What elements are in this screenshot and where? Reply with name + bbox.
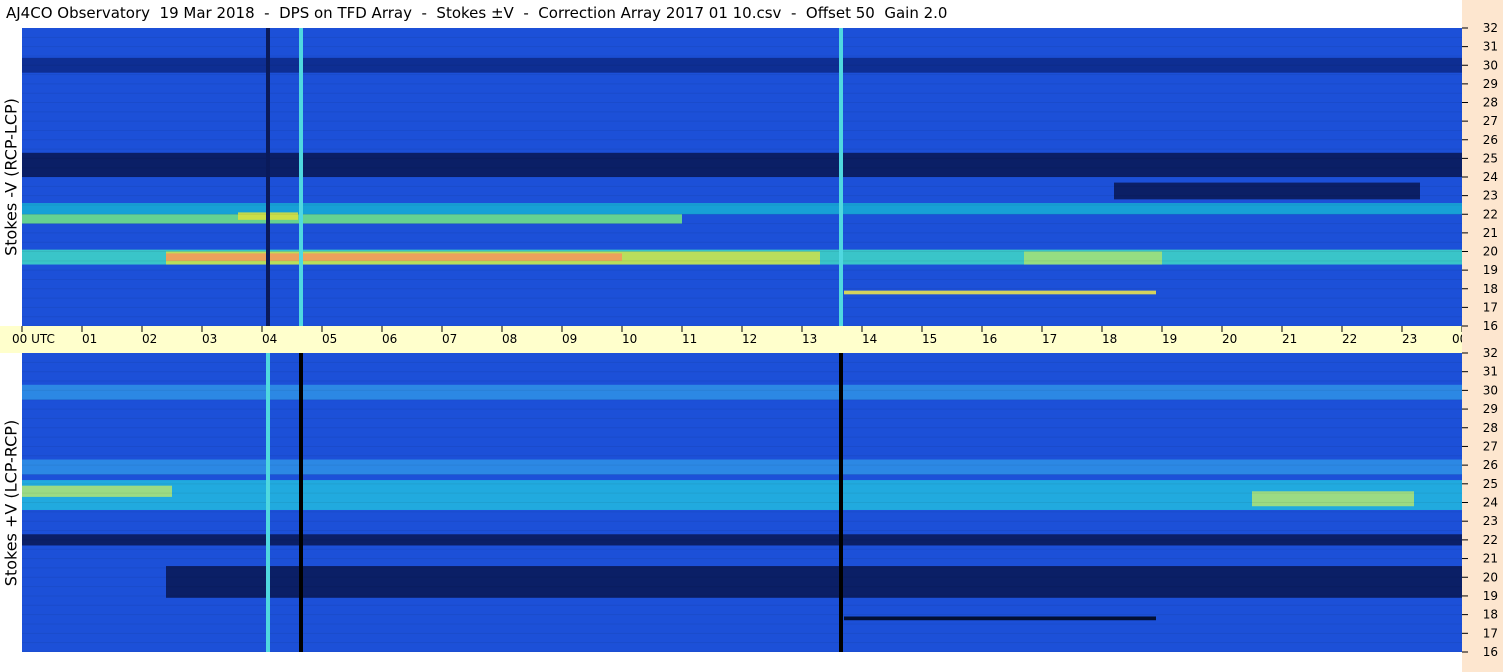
y-axis-label-top-text: Stokes -V (RCP-LCP) xyxy=(1,98,21,256)
y-axis-label-top: Stokes -V (RCP-LCP) xyxy=(0,28,22,326)
time-tick-label: 01 xyxy=(82,332,97,346)
time-tick-label: 14 xyxy=(862,332,877,346)
spectrogram-band xyxy=(844,616,1156,621)
frequency-tick-label: 32 xyxy=(1483,21,1498,35)
frequency-tick-label: 17 xyxy=(1483,300,1498,314)
time-tick-label: 18 xyxy=(1102,332,1117,346)
time-tick-label: 23 xyxy=(1402,332,1417,346)
frequency-tick-label: 19 xyxy=(1483,263,1498,277)
spectrogram-band xyxy=(22,480,1462,510)
spectrogram-vertical-line xyxy=(839,28,843,326)
time-tick-label: 19 xyxy=(1162,332,1177,346)
frequency-tick-label: 25 xyxy=(1483,151,1498,165)
frequency-tick-label: 23 xyxy=(1483,189,1498,203)
spectrogram-band xyxy=(1024,251,1162,265)
frequency-tick-label: 19 xyxy=(1483,589,1498,603)
frequency-tick-label: 18 xyxy=(1483,282,1498,296)
frequency-tick-label: 30 xyxy=(1483,58,1498,72)
frequency-tick-label: 27 xyxy=(1483,439,1498,453)
spectrogram-band xyxy=(844,290,1156,295)
frequency-tick-label: 26 xyxy=(1483,458,1498,472)
spectrogram-band xyxy=(22,214,682,224)
frequency-tick-label: 29 xyxy=(1483,402,1498,416)
time-axis: 00 UTC 01 02 03 04 05 06 07 08 09 10 11 12 13 14 15 16 17… xyxy=(12,326,1462,346)
frequency-tick-label: 27 xyxy=(1483,114,1498,128)
frequency-tick-label: 31 xyxy=(1483,365,1498,379)
time-tick-label: 00 MHz xyxy=(1452,332,1462,346)
time-tick-label: 12 xyxy=(742,332,757,346)
y-axis-label-bottom: Stokes +V (LCP-RCP) xyxy=(0,353,22,652)
frequency-tick-label: 20 xyxy=(1483,245,1498,259)
frequency-tick-label: 20 xyxy=(1483,570,1498,584)
time-tick-label: 07 xyxy=(442,332,457,346)
spectrogram-band xyxy=(22,384,1462,400)
time-tick-label: 06 xyxy=(382,332,397,346)
spectrogram-vertical-line xyxy=(266,28,270,326)
spectrogram-vertical-line xyxy=(299,28,303,326)
time-tick-label: 20 xyxy=(1222,332,1237,346)
frequency-tick-label: 24 xyxy=(1483,170,1498,184)
spectrogram-bottom-svg xyxy=(22,353,1462,652)
frequency-tick-label: 22 xyxy=(1483,533,1498,547)
time-tick-label: 05 xyxy=(322,332,337,346)
spectrogram-stokes-minus-v xyxy=(22,28,1462,326)
frequency-tick-label: 30 xyxy=(1483,383,1498,397)
frequency-tick-label: 17 xyxy=(1483,626,1498,640)
spectrogram-stokes-plus-v xyxy=(22,353,1462,652)
time-tick-label: 22 xyxy=(1342,332,1357,346)
time-tick-label: 21 xyxy=(1282,332,1297,346)
spectrogram-band xyxy=(22,152,1462,177)
frequency-tick-label: 18 xyxy=(1483,608,1498,622)
spectrogram-vertical-line xyxy=(266,353,270,652)
time-tick-label: 04 xyxy=(262,332,277,346)
spectrogram-band xyxy=(166,253,622,261)
time-tick-label: 09 xyxy=(562,332,577,346)
spectrogram-band xyxy=(166,566,1462,598)
time-tick-label: 08 xyxy=(502,332,517,346)
frequency-tick-label: 16 xyxy=(1483,645,1498,659)
frequency-tick-label: 21 xyxy=(1483,226,1498,240)
frequency-tick-label: 24 xyxy=(1483,496,1498,510)
spectrogram-band xyxy=(22,485,172,497)
time-tick-label: 10 xyxy=(622,332,637,346)
frequency-tick-label: 28 xyxy=(1483,421,1498,435)
page-title: AJ4CO Observatory 19 Mar 2018 - DPS on T… xyxy=(6,4,948,22)
time-tick-label: 03 xyxy=(202,332,217,346)
frequency-tick-label: 23 xyxy=(1483,514,1498,528)
frequency-tick-label: 26 xyxy=(1483,133,1498,147)
time-tick-label: 16 xyxy=(982,332,997,346)
time-tick-label: 00 UTC xyxy=(12,332,55,346)
frequency-tick-label: 22 xyxy=(1483,207,1498,221)
time-tick-label: 11 xyxy=(682,332,697,346)
frequency-axis: 16 17 18 19 20 21 22 23 24 25 26 27 28 29 30 31 32 16 17 18… xyxy=(1462,21,1498,659)
spectrogram-band xyxy=(22,459,1462,475)
frequency-tick-label: 31 xyxy=(1483,40,1498,54)
frequency-tick-label: 21 xyxy=(1483,552,1498,566)
frequency-tick-label: 16 xyxy=(1483,319,1498,333)
time-tick-label: 13 xyxy=(802,332,817,346)
frequency-tick-label: 29 xyxy=(1483,77,1498,91)
spectrogram-vertical-line xyxy=(299,353,303,652)
time-tick-label: 15 xyxy=(922,332,937,346)
frequency-tick-label: 28 xyxy=(1483,96,1498,110)
spectrogram-top-svg xyxy=(22,28,1462,326)
time-tick-label: 02 xyxy=(142,332,157,346)
spectrogram-band xyxy=(1114,182,1420,200)
frequency-tick-label: 32 xyxy=(1483,346,1498,360)
time-tick-label: 17 xyxy=(1042,332,1057,346)
spectrogram-vertical-line xyxy=(839,353,843,652)
frequency-tick-label: 25 xyxy=(1483,477,1498,491)
y-axis-label-bottom-text: Stokes +V (LCP-RCP) xyxy=(1,419,21,586)
